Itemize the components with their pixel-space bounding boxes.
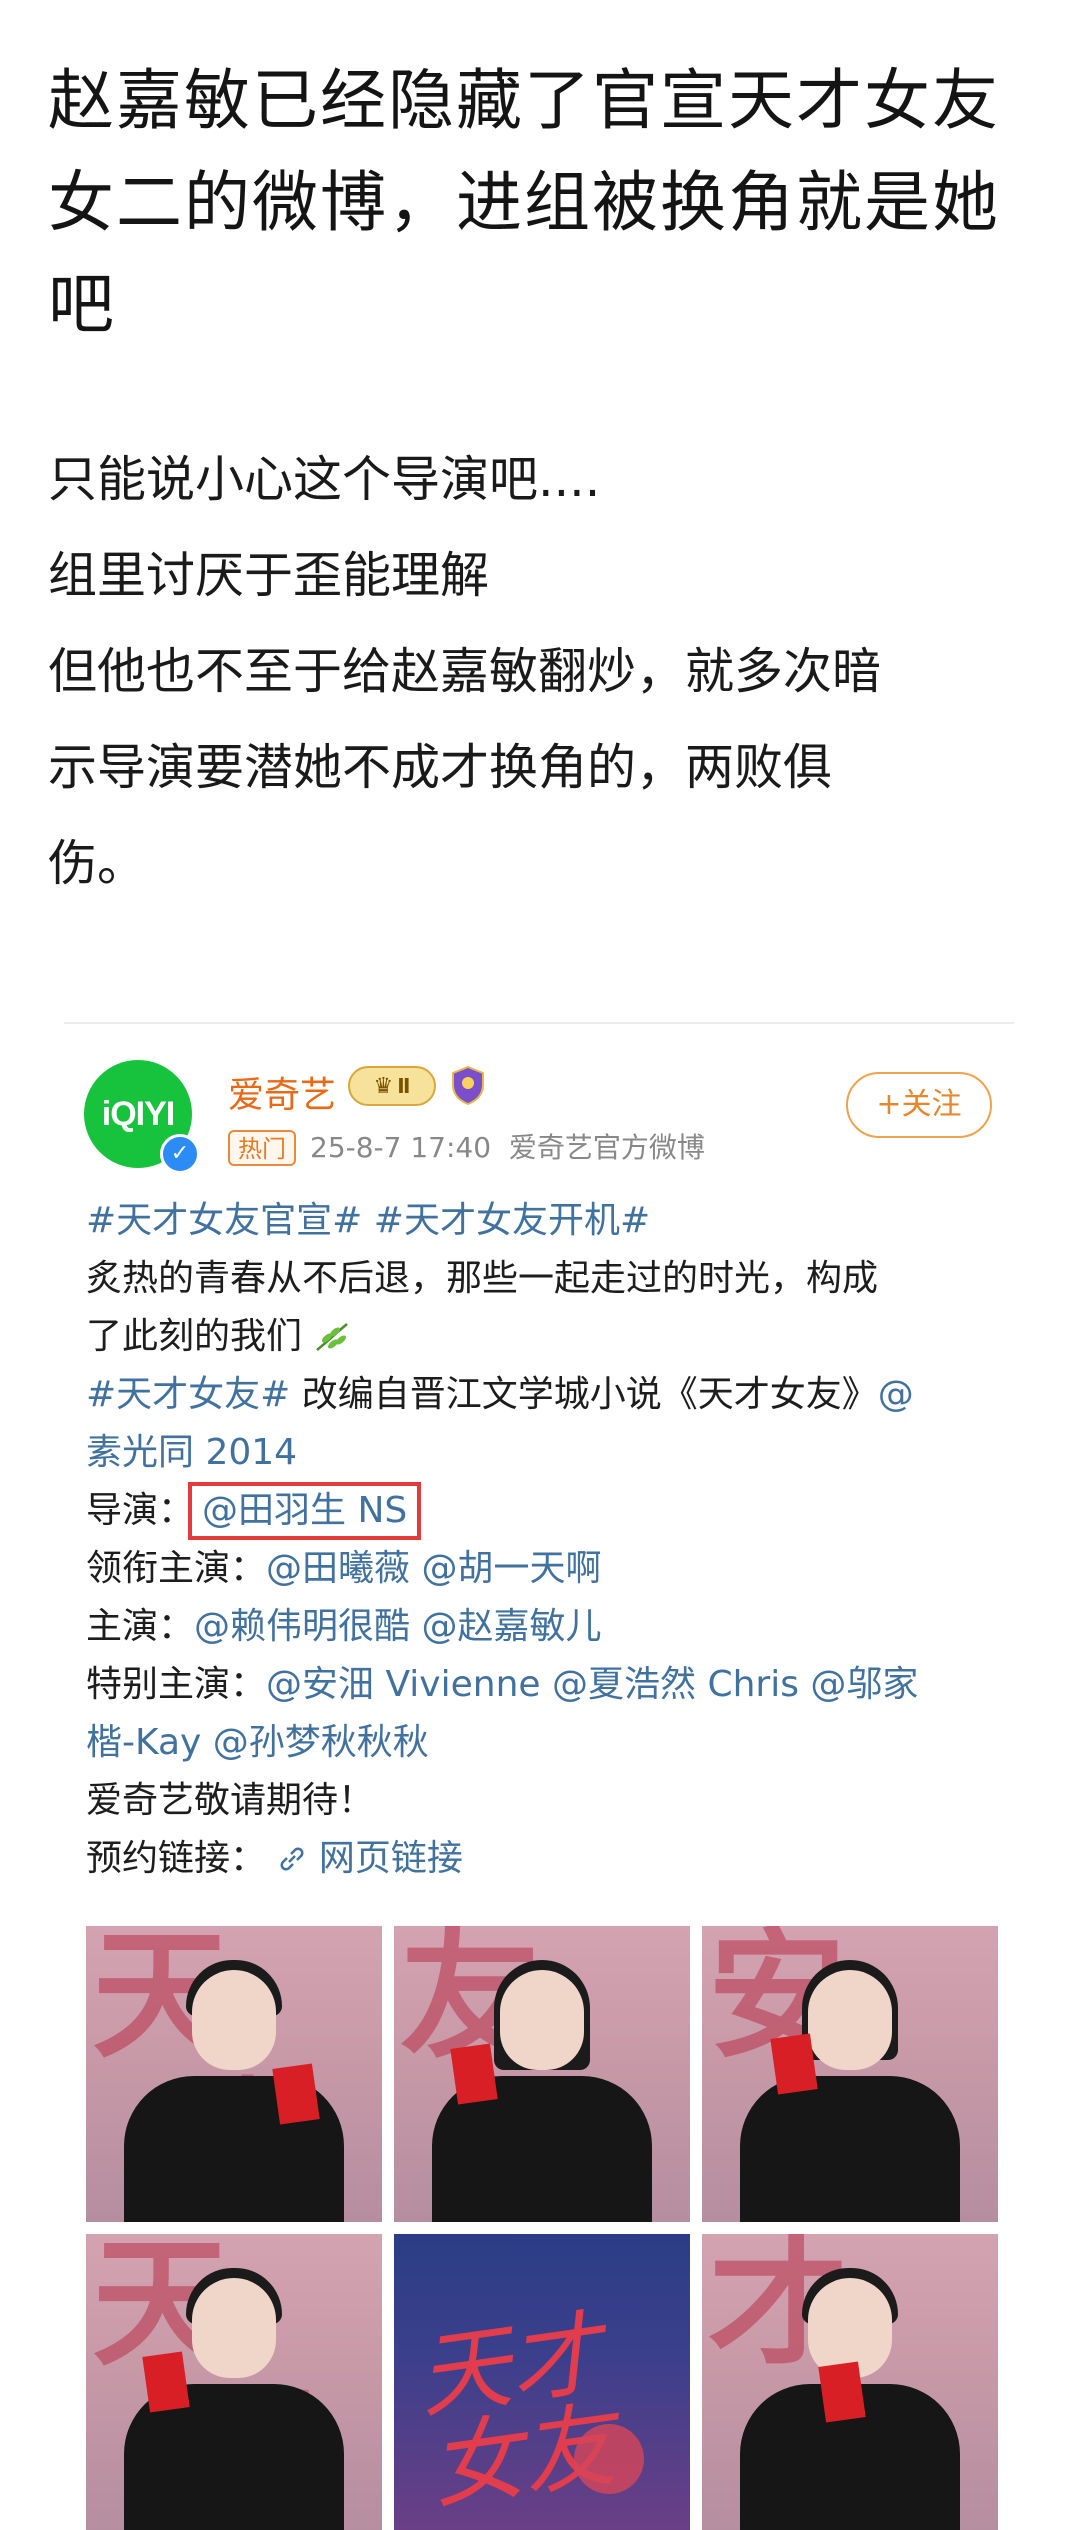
mention-link[interactable]: @赖伟明很酷	[194, 1606, 410, 1647]
follow-button[interactable]: +关注	[846, 1072, 992, 1138]
leaf-emoji-icon	[313, 1316, 353, 1357]
hashtag-link[interactable]: #天才女友开机#	[374, 1200, 650, 1241]
post-source: 爱奇艺官方微博	[508, 1131, 705, 1164]
post-text: 了此刻的我们	[86, 1316, 303, 1357]
verified-icon: ✓	[160, 1134, 200, 1174]
crown-badge-icon: ♛ Ⅱ	[348, 1066, 436, 1106]
weibo-post-content: #天才女友官宣# #天才女友开机# 炙热的青春从不后退，那些一起走过的时光，构成…	[86, 1192, 1016, 1888]
cast-photo[interactable]: 安	[702, 1926, 998, 2222]
timestamp: 25-8-7 17:40	[310, 1131, 492, 1164]
web-link[interactable]: 网页链接	[319, 1838, 463, 1879]
body-line: 只能说小心这个导演吧....	[48, 451, 601, 508]
user-name[interactable]: 爱奇艺	[228, 1066, 336, 1118]
hashtag-link[interactable]: #天才女友#	[86, 1374, 290, 1415]
link-icon	[266, 1838, 319, 1879]
mention-link[interactable]: @安沺 Vivienne	[266, 1664, 541, 1705]
post-meta: 25-8-7 17:40 爱奇艺官方微博	[310, 1130, 705, 1166]
hashtag-link[interactable]: #天才女友官宣#	[86, 1200, 362, 1241]
closing-text: 爱奇艺敬请期待！	[86, 1780, 375, 1821]
cast-photo[interactable]: 友	[394, 1926, 690, 2222]
crown-level: Ⅱ	[397, 1074, 411, 1098]
title-line: 吧	[48, 266, 116, 343]
mention-link[interactable]: @夏浩然 Chris	[552, 1664, 799, 1705]
special-label: 特别主演：	[86, 1664, 267, 1705]
reserve-label: 预约链接：	[86, 1838, 267, 1879]
avatar-logo-text: iQIYI	[101, 1094, 175, 1133]
body-line: 组里讨厌于歪能理解	[48, 547, 490, 604]
body-line: 示导演要潜她不成才换角的，两败俱	[48, 739, 833, 796]
cast-photo[interactable]: 才	[702, 2234, 998, 2530]
mention-link[interactable]: @田曦薇	[266, 1548, 410, 1589]
mention-link[interactable]: @赵嘉敏儿	[421, 1606, 601, 1647]
cast-photo[interactable]: 天开	[86, 2234, 382, 2530]
mention-link[interactable]: @胡一天啊	[421, 1548, 601, 1589]
title-line: 赵嘉敏已经隐藏了官宣天才女友	[48, 62, 1000, 139]
cast-photo[interactable]: 天友	[86, 1926, 382, 2222]
post-text: 改编自晋江文学城小说《天才女友》	[290, 1374, 878, 1415]
embedded-weibo-card[interactable]: iQIYI ✓ 爱奇艺 ♛ Ⅱ 热门 25-8-7 17:40 爱奇艺官方微博 +…	[0, 1030, 1076, 2530]
shield-badge-icon	[448, 1064, 488, 1106]
director-mention-highlighted[interactable]: @田羽生 NS	[188, 1482, 422, 1540]
mention-link[interactable]: @邬家	[810, 1664, 918, 1705]
post-text: 炙热的青春从不后退，那些一起走过的时光，构成	[86, 1258, 879, 1299]
post-title: 赵嘉敏已经隐藏了官宣天才女友 女二的微博，进组被换角就是她 吧	[48, 50, 1038, 356]
main-label: 主演：	[86, 1606, 195, 1647]
post-body: 只能说小心这个导演吧.... 组里讨厌于歪能理解 但他也不至于给赵嘉敏翻炒，就多…	[48, 432, 1038, 912]
director-label: 导演：	[86, 1490, 195, 1531]
drama-poster[interactable]: 天才女友	[394, 2234, 690, 2530]
mention-link[interactable]: @	[878, 1374, 914, 1415]
lead-label: 领衔主演：	[86, 1548, 267, 1589]
body-line: 但他也不至于给赵嘉敏翻炒，就多次暗	[48, 643, 882, 700]
divider	[64, 1022, 1014, 1024]
title-line: 女二的微博，进组被换角就是她	[48, 164, 1000, 241]
mention-link[interactable]: @孙梦秋秋秋	[213, 1722, 429, 1763]
poster-title: 天才女友	[411, 2299, 622, 2523]
hot-tag: 热门	[228, 1130, 296, 1166]
body-line: 伤。	[48, 835, 147, 892]
mention-link[interactable]: 楷-Kay	[86, 1722, 201, 1763]
mention-link[interactable]: 素光同 2014	[86, 1432, 297, 1473]
